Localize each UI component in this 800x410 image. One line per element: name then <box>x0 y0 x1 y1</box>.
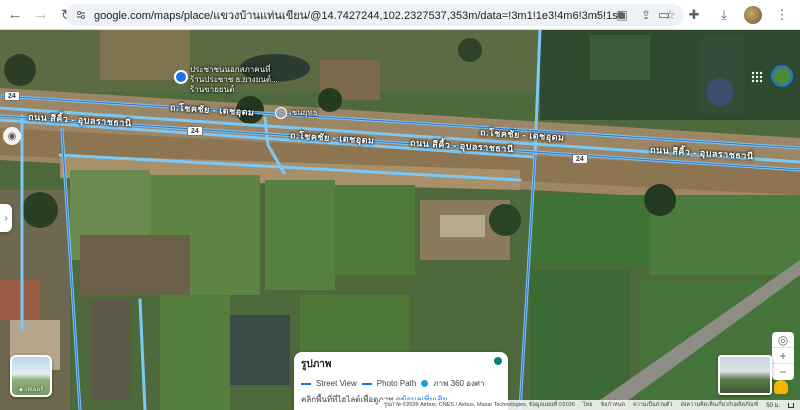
imagery-attribution: รูปภาพ ©2026 Airbus, CNES / Airbus, Maxa… <box>384 402 575 408</box>
url-text[interactable]: google.com/maps/place/แขวงบ้านแท่นเขียน/… <box>94 6 624 24</box>
back-icon[interactable]: ← <box>4 4 26 26</box>
menu-icon[interactable]: ⋮ <box>772 5 792 25</box>
zoom-icon[interactable]: ⌕ <box>590 7 606 23</box>
my-location-button[interactable]: ◎ <box>772 332 794 348</box>
panel-status-dot <box>494 357 502 365</box>
terms-link[interactable]: ข้อกำหนด <box>601 401 625 409</box>
site-info-icon[interactable] <box>72 6 90 24</box>
pegman-icon[interactable] <box>774 380 788 394</box>
photo-path-label: Photo Path <box>376 379 417 388</box>
account-avatar[interactable] <box>771 65 793 87</box>
street-view-thumbnail[interactable] <box>718 355 772 395</box>
photos-title: รูปภาพ <box>301 359 332 370</box>
layers-label: เลเยอร์ <box>25 387 44 393</box>
tab-search-icon[interactable]: ▭ <box>654 5 674 25</box>
zoom-in-button[interactable]: + <box>772 348 794 364</box>
extensions-icon[interactable]: ✚ <box>684 5 704 25</box>
photo-360-dot-icon <box>421 380 429 387</box>
route-shield: 24 <box>4 91 20 101</box>
install-app-icon[interactable]: ▣ <box>614 7 630 23</box>
avatar[interactable] <box>744 6 762 24</box>
zoom-out-button[interactable]: − <box>772 364 794 380</box>
layers-icon: ◈ <box>18 386 24 393</box>
photo-legend: Street View Photo Path ภาพ 360 องศา <box>301 377 501 390</box>
route-shield: 24 <box>187 126 203 136</box>
map-controls: ◎ + − <box>772 332 794 380</box>
forward-icon[interactable]: → <box>30 4 52 26</box>
place-pin-icon[interactable] <box>174 70 188 84</box>
browser-toolbar: ← → ↻ google.com/maps/place/แขวงบ้านแท่น… <box>0 0 800 30</box>
route-shield: 24 <box>572 154 588 164</box>
download-icon[interactable]: ⤓ <box>714 5 734 25</box>
photo-360-label: ภาพ 360 องศา <box>433 379 485 388</box>
poi-label[interactable]: เชนยุทธ <box>289 108 317 118</box>
place-label[interactable]: ประชาชนนอกสภาคนที่ ร้านประชาช ธ.ยางยนต์.… <box>190 65 278 95</box>
google-apps-icon[interactable] <box>749 69 765 85</box>
country-link[interactable]: ไทย <box>583 401 593 409</box>
address-bar[interactable]: google.com/maps/place/แขวงบ้านแท่นเขียน/… <box>66 4 684 26</box>
compass-icon[interactable]: ◉ <box>3 127 21 145</box>
street-view-line-icon <box>301 382 311 385</box>
privacy-link[interactable]: ความเป็นส่วนตัว <box>633 401 672 409</box>
expand-panel-icon[interactable]: › <box>0 204 12 232</box>
layers-button[interactable]: ◈ เลเยอร์ <box>10 355 52 397</box>
photo-path-line-icon <box>361 382 372 385</box>
feedback-link[interactable]: ส่งความคิดเห็นเกี่ยวกับผลิตภัณฑ์ <box>680 401 758 409</box>
scale-bar <box>788 402 794 408</box>
map-footer: รูปภาพ ©2026 Airbus, CNES / Airbus, Maxa… <box>380 400 800 410</box>
poi-pin-icon[interactable] <box>275 107 287 119</box>
share-icon[interactable]: ⇪ <box>638 7 654 23</box>
street-view-label: Street View <box>316 379 357 388</box>
scale-label[interactable]: 50 ม. <box>766 400 780 410</box>
